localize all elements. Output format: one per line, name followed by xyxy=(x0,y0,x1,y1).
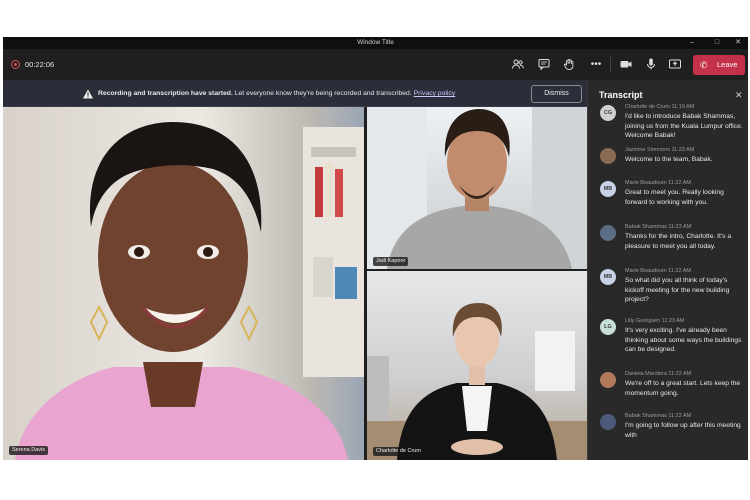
meeting-window: Window Title – □ ✕ 00:22:06 ••• ✆ Leave xyxy=(3,37,748,460)
transcript-title: Transcript xyxy=(599,90,643,100)
close-icon[interactable]: ✕ xyxy=(735,89,743,101)
message-text: Thanks for the intro, Charlotte. It's a … xyxy=(625,233,732,250)
message-meta: Charlotte de Crum 11:19 AM xyxy=(625,104,695,110)
avatar: CG xyxy=(600,105,616,121)
banner-text: Let everyone know they're being recorded… xyxy=(232,90,414,97)
message-meta: Marie Beaudouin 11:22 AM xyxy=(625,268,691,274)
meeting-timer: 00:22:06 xyxy=(25,60,55,69)
message-meta: Lilly Georgsen 11:23 AM xyxy=(625,318,685,324)
close-window-icon[interactable]: ✕ xyxy=(730,37,746,49)
people-icon[interactable] xyxy=(510,57,526,73)
chat-icon[interactable] xyxy=(536,57,552,73)
more-icon[interactable]: ••• xyxy=(588,57,604,73)
participant-video-bottom-right xyxy=(367,303,587,460)
recording-icon xyxy=(11,60,20,69)
title-bar: Window Title – □ ✕ xyxy=(3,37,748,49)
banner-bold-text: Recording and transcription have started… xyxy=(98,90,233,97)
transcript-panel: Transcript ✕ CG Charlotte de Crum 11:19 … xyxy=(587,81,748,460)
video-tile-top-right[interactable]: Jadi Kapoor xyxy=(367,107,587,269)
message-text: I'd like to introduce Babak Shammas, joi… xyxy=(625,113,743,140)
participant-name-label: Charlotte de Crum xyxy=(373,447,424,456)
leave-button[interactable]: ✆ Leave xyxy=(693,55,745,75)
leave-label: Leave xyxy=(717,60,738,69)
banner-message: Recording and transcription have started… xyxy=(98,88,455,100)
dismiss-button[interactable]: Dismiss xyxy=(531,85,582,103)
message-text: I'm going to follow up after this meetin… xyxy=(625,422,741,439)
message-text: It's very exciting. I've already been th… xyxy=(625,327,742,354)
window-title: Window Title xyxy=(357,39,394,46)
avatar xyxy=(600,225,616,241)
avatar xyxy=(600,414,616,430)
message-meta: Jazmine Simmons 11:23 AM xyxy=(625,147,695,153)
message-meta: Daniela Mandera 11:22 AM xyxy=(625,371,692,377)
video-tile-main[interactable]: Serena Davis xyxy=(3,107,364,460)
message-meta: Babak Shammas 11:22 AM xyxy=(625,413,692,419)
hang-up-icon: ✆ xyxy=(700,60,708,70)
avatar: MB xyxy=(600,269,616,285)
camera-icon[interactable] xyxy=(618,57,634,73)
privacy-policy-link[interactable]: Privacy policy xyxy=(414,90,456,97)
participant-name-label: Jadi Kapoor xyxy=(373,257,409,266)
maximize-icon[interactable]: □ xyxy=(709,37,725,49)
raise-hand-icon[interactable] xyxy=(561,57,577,73)
minimize-icon[interactable]: – xyxy=(684,37,700,49)
video-tile-bottom-right[interactable]: Charlotte de Crum xyxy=(367,271,587,460)
avatar: LG xyxy=(600,319,616,335)
message-text: Great to meet you. Really looking forwar… xyxy=(625,189,724,206)
message-text: Welcome to the team, Babak. xyxy=(625,156,713,163)
toolbar-divider xyxy=(610,57,611,73)
recording-banner: Recording and transcription have started… xyxy=(3,81,587,107)
participant-name-label: Serena Davis xyxy=(9,446,49,455)
mic-icon[interactable] xyxy=(643,57,659,73)
message-meta: Marie Beaudouin 11:22 AM xyxy=(625,180,691,186)
warning-icon xyxy=(82,87,94,99)
message-text: We're off to a great start. Lets keep th… xyxy=(625,380,741,397)
avatar: MB xyxy=(600,181,616,197)
avatar xyxy=(600,372,616,388)
share-icon[interactable] xyxy=(667,57,683,73)
participant-video-top-right xyxy=(367,107,587,269)
participant-video-main xyxy=(15,122,364,460)
avatar xyxy=(600,148,616,164)
message-text: So what did you all think of today's kic… xyxy=(625,277,730,304)
meeting-toolbar: 00:22:06 ••• ✆ Leave xyxy=(3,49,748,81)
message-meta: Babak Shammas 11:23 AM xyxy=(625,224,692,230)
